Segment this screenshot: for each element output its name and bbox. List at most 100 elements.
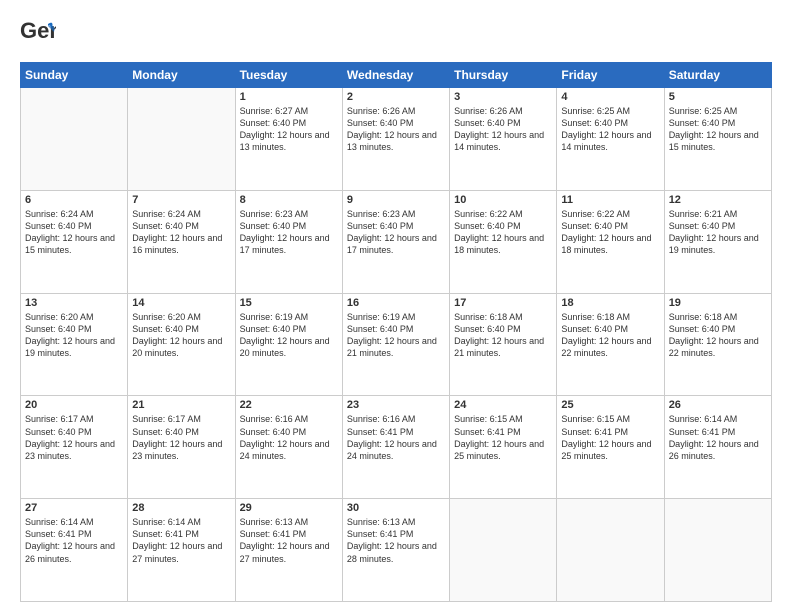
calendar-cell: 22Sunrise: 6:16 AM Sunset: 6:40 PM Dayli… <box>235 396 342 499</box>
day-info: Sunrise: 6:18 AM Sunset: 6:40 PM Dayligh… <box>454 311 552 360</box>
day-number: 10 <box>454 194 552 206</box>
calendar-cell: 9 Sunrise: 6:23 AM Sunset: 6:40 PM Daylig… <box>342 190 449 293</box>
day-number: 25 <box>561 399 659 411</box>
calendar-cell <box>128 88 235 191</box>
day-number: 2 <box>347 91 445 103</box>
calendar-cell: 21 Sunrise: 6:17 AM Sunset: 6:40 PM Dayli… <box>128 396 235 499</box>
day-number: 29 <box>240 502 338 514</box>
calendar-cell: 14 Sunrise: 6:20 AM Sunset: 6:40 PM Dayli… <box>128 293 235 396</box>
day-info: Sunrise: 6:18 AM Sunset: 6:40 PM Dayligh… <box>561 311 659 360</box>
day-number: 24 <box>454 399 552 411</box>
day-info: Sunrise: 6:24 AM Sunset: 6:40 PM Dayligh… <box>25 208 123 257</box>
weekday-header-thursday: Thursday <box>450 63 557 88</box>
calendar-cell: 25 Sunrise: 6:15 AM Sunset: 6:41 PM Dayli… <box>557 396 664 499</box>
day-info: Sunrise: 6:23 AM Sunset: 6:40 PM Dayligh… <box>347 208 445 257</box>
calendar-cell: 4 Sunrise: 6:25 AM Sunset: 6:40 PM Daylig… <box>557 88 664 191</box>
calendar-week-1: 1 Sunrise: 6:27 AM Sunset: 6:40 PM Daylig… <box>21 88 772 191</box>
day-number: 26 <box>669 399 767 411</box>
day-info: Sunrise: 6:14 AM Sunset: 6:41 PM Dayligh… <box>25 516 123 565</box>
day-number: 30 <box>347 502 445 514</box>
day-info: Sunrise: 6:21 AM Sunset: 6:40 PM Dayligh… <box>669 208 767 257</box>
calendar-cell: 10Sunrise: 6:22 AM Sunset: 6:40 PM Dayli… <box>450 190 557 293</box>
calendar-cell: 27 Sunrise: 6:14 AM Sunset: 6:41 PM Dayli… <box>21 499 128 602</box>
day-number: 12 <box>669 194 767 206</box>
day-number: 21 <box>132 399 230 411</box>
calendar-cell: 24 Sunrise: 6:15 AM Sunset: 6:41 PM Dayli… <box>450 396 557 499</box>
day-number: 23 <box>347 399 445 411</box>
day-info: Sunrise: 6:25 AM Sunset: 6:40 PM Dayligh… <box>561 105 659 154</box>
calendar-cell: 23 Sunrise: 6:16 AM Sunset: 6:41 PM Dayli… <box>342 396 449 499</box>
day-info: Sunrise: 6:26 AM Sunset: 6:40 PM Dayligh… <box>347 105 445 154</box>
day-number: 13 <box>25 297 123 309</box>
day-number: 4 <box>561 91 659 103</box>
day-number: 28 <box>132 502 230 514</box>
day-info: Sunrise: 6:15 AM Sunset: 6:41 PM Dayligh… <box>561 413 659 462</box>
calendar-week-5: 27 Sunrise: 6:14 AM Sunset: 6:41 PM Dayli… <box>21 499 772 602</box>
day-number: 15 <box>240 297 338 309</box>
day-info: Sunrise: 6:13 AM Sunset: 6:41 PM Dayligh… <box>347 516 445 565</box>
calendar-cell: 17 Sunrise: 6:18 AM Sunset: 6:40 PM Dayli… <box>450 293 557 396</box>
day-info: Sunrise: 6:20 AM Sunset: 6:40 PM Dayligh… <box>132 311 230 360</box>
day-number: 27 <box>25 502 123 514</box>
day-info: Sunrise: 6:19 AM Sunset: 6:40 PM Dayligh… <box>347 311 445 360</box>
calendar-cell: 18 Sunrise: 6:18 AM Sunset: 6:40 PM Dayli… <box>557 293 664 396</box>
calendar-week-3: 13 Sunrise: 6:20 AM Sunset: 6:40 PM Dayli… <box>21 293 772 396</box>
calendar-cell: 30 Sunrise: 6:13 AM Sunset: 6:41 PM Dayli… <box>342 499 449 602</box>
calendar-cell: 11 Sunrise: 6:22 AM Sunset: 6:40 PM Dayli… <box>557 190 664 293</box>
header: Gen <box>20 18 772 54</box>
calendar-cell: 5 Sunrise: 6:25 AM Sunset: 6:40 PM Daylig… <box>664 88 771 191</box>
calendar-week-2: 6 Sunrise: 6:24 AM Sunset: 6:40 PM Daylig… <box>21 190 772 293</box>
calendar-cell <box>664 499 771 602</box>
day-info: Sunrise: 6:27 AM Sunset: 6:40 PM Dayligh… <box>240 105 338 154</box>
calendar-cell: 20 Sunrise: 6:17 AM Sunset: 6:40 PM Dayli… <box>21 396 128 499</box>
weekday-header-saturday: Saturday <box>664 63 771 88</box>
day-number: 19 <box>669 297 767 309</box>
weekday-header-row: SundayMondayTuesdayWednesdayThursdayFrid… <box>21 63 772 88</box>
day-info: Sunrise: 6:14 AM Sunset: 6:41 PM Dayligh… <box>132 516 230 565</box>
day-number: 17 <box>454 297 552 309</box>
day-info: Sunrise: 6:22 AM Sunset: 6:40 PM Dayligh… <box>561 208 659 257</box>
calendar-cell: 8Sunrise: 6:23 AM Sunset: 6:40 PM Daylig… <box>235 190 342 293</box>
day-info: Sunrise: 6:17 AM Sunset: 6:40 PM Dayligh… <box>132 413 230 462</box>
weekday-header-sunday: Sunday <box>21 63 128 88</box>
calendar-cell: 19Sunrise: 6:18 AM Sunset: 6:40 PM Dayli… <box>664 293 771 396</box>
day-info: Sunrise: 6:25 AM Sunset: 6:40 PM Dayligh… <box>669 105 767 154</box>
page: Gen SundayMondayTuesdayWednesdayThursday… <box>0 0 792 612</box>
calendar-cell: 15 Sunrise: 6:19 AM Sunset: 6:40 PM Dayli… <box>235 293 342 396</box>
day-number: 14 <box>132 297 230 309</box>
calendar-cell: 3Sunrise: 6:26 AM Sunset: 6:40 PM Daylig… <box>450 88 557 191</box>
day-number: 1 <box>240 91 338 103</box>
calendar-cell: 2 Sunrise: 6:26 AM Sunset: 6:40 PM Daylig… <box>342 88 449 191</box>
day-number: 6 <box>25 194 123 206</box>
day-number: 18 <box>561 297 659 309</box>
day-info: Sunrise: 6:20 AM Sunset: 6:40 PM Dayligh… <box>25 311 123 360</box>
calendar-cell <box>557 499 664 602</box>
day-info: Sunrise: 6:26 AM Sunset: 6:40 PM Dayligh… <box>454 105 552 154</box>
logo-icon: Gen <box>20 18 56 54</box>
calendar-cell: 26 Sunrise: 6:14 AM Sunset: 6:41 PM Dayli… <box>664 396 771 499</box>
weekday-header-tuesday: Tuesday <box>235 63 342 88</box>
day-info: Sunrise: 6:24 AM Sunset: 6:40 PM Dayligh… <box>132 208 230 257</box>
calendar-cell: 29 Sunrise: 6:13 AM Sunset: 6:41 PM Dayli… <box>235 499 342 602</box>
day-info: Sunrise: 6:17 AM Sunset: 6:40 PM Dayligh… <box>25 413 123 462</box>
calendar-cell: 6 Sunrise: 6:24 AM Sunset: 6:40 PM Daylig… <box>21 190 128 293</box>
day-info: Sunrise: 6:13 AM Sunset: 6:41 PM Dayligh… <box>240 516 338 565</box>
day-number: 8 <box>240 194 338 206</box>
calendar-cell: 1 Sunrise: 6:27 AM Sunset: 6:40 PM Daylig… <box>235 88 342 191</box>
svg-text:Gen: Gen <box>20 18 56 43</box>
calendar-cell: 13 Sunrise: 6:20 AM Sunset: 6:40 PM Dayli… <box>21 293 128 396</box>
calendar-cell: 7 Sunrise: 6:24 AM Sunset: 6:40 PM Daylig… <box>128 190 235 293</box>
day-info: Sunrise: 6:16 AM Sunset: 6:41 PM Dayligh… <box>347 413 445 462</box>
day-number: 22 <box>240 399 338 411</box>
calendar-cell: 28 Sunrise: 6:14 AM Sunset: 6:41 PM Dayli… <box>128 499 235 602</box>
day-number: 11 <box>561 194 659 206</box>
day-number: 5 <box>669 91 767 103</box>
day-number: 9 <box>347 194 445 206</box>
day-info: Sunrise: 6:19 AM Sunset: 6:40 PM Dayligh… <box>240 311 338 360</box>
day-info: Sunrise: 6:15 AM Sunset: 6:41 PM Dayligh… <box>454 413 552 462</box>
day-info: Sunrise: 6:14 AM Sunset: 6:41 PM Dayligh… <box>669 413 767 462</box>
day-number: 7 <box>132 194 230 206</box>
day-number: 20 <box>25 399 123 411</box>
calendar-week-4: 20 Sunrise: 6:17 AM Sunset: 6:40 PM Dayli… <box>21 396 772 499</box>
weekday-header-friday: Friday <box>557 63 664 88</box>
